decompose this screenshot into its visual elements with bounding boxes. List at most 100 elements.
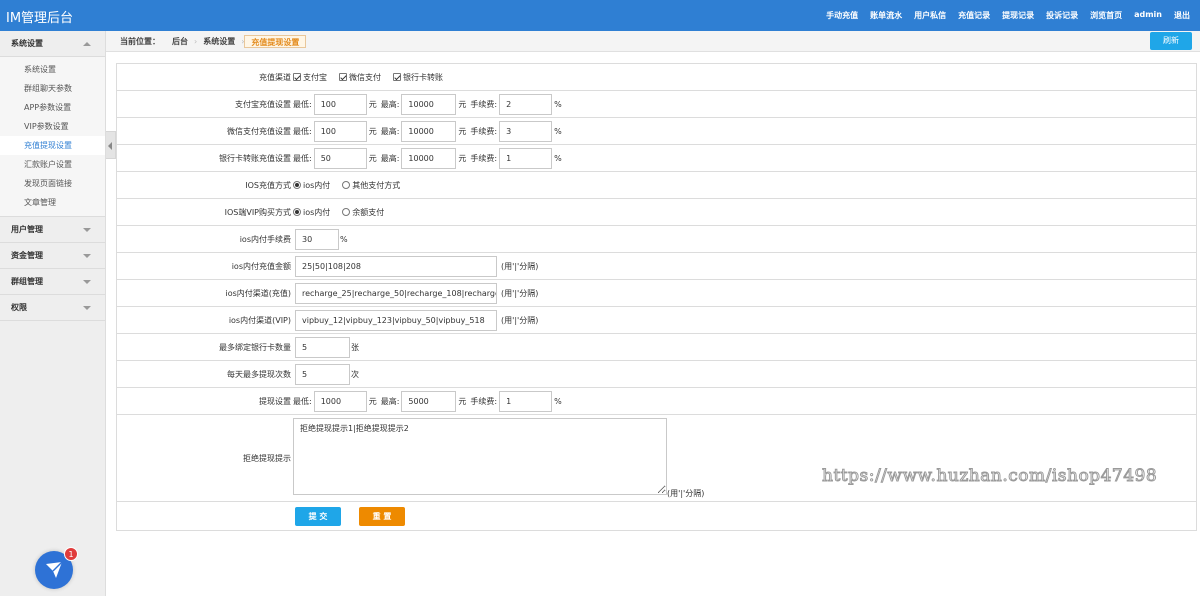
field-label: 支付宝充值设置 (235, 99, 291, 109)
row-actions: 提 交 重 置 (117, 502, 1196, 530)
withdraw-max-input[interactable]: 5000 (401, 390, 457, 412)
sidebar-submenu: 系统设置 群组聊天参数 APP参数设置 VIP参数设置 充值提现设置 汇款账户设… (0, 57, 105, 217)
sidebar-group-funds[interactable]: 资金管理 (0, 243, 105, 269)
top-nav: 手动充值 账单流水 用户私信 充值记录 提现记录 投诉记录 浏览首页 admin… (826, 10, 1190, 21)
notification-count-badge: 1 (64, 547, 78, 561)
sidebar-group-label: 用户管理 (11, 225, 43, 234)
ios-recharge-channel-input[interactable]: recharge_25|recharge_50|recharge_108|rec… (295, 282, 497, 304)
nav-browse-home[interactable]: 浏览首页 (1090, 10, 1122, 21)
nav-admin-user[interactable]: admin (1134, 10, 1162, 21)
field-reject-tips: 拒绝提现提示1|拒绝提现提示2 (用'|'分隔) (293, 415, 1196, 501)
nav-bill-flow[interactable]: 账单流水 (870, 10, 902, 21)
field-label: ios内付渠道(VIP) (228, 315, 291, 325)
withdraw-fee-input[interactable]: 1 (499, 390, 553, 412)
ios-recharge-option-inapp[interactable]: ios内付 (293, 180, 330, 191)
daily-withdraw-input[interactable]: 5 (295, 363, 350, 385)
row-reject-tips: 拒绝提现提示 拒绝提现提示1|拒绝提现提示2 (用'|'分隔) (117, 415, 1196, 502)
breadcrumb-item-home[interactable]: 后台 (166, 35, 194, 48)
sidebar-item-system-settings[interactable]: 系统设置 (0, 60, 105, 79)
yuan-unit: 元 (368, 396, 377, 406)
bank-min-input[interactable]: 50 (313, 147, 367, 169)
sidebar-group-label: 群组管理 (11, 277, 43, 286)
nav-recharge-records[interactable]: 充值记录 (958, 10, 990, 21)
sidebar-group-system-settings[interactable]: 系统设置 (0, 31, 105, 57)
fee-label: 手续费: (470, 396, 498, 406)
radio-selected[interactable] (293, 208, 301, 216)
wechat-min-input[interactable]: 100 (313, 120, 367, 142)
wechat-max-input[interactable]: 10000 (401, 120, 457, 142)
refresh-button[interactable]: 刷新 (1150, 32, 1192, 50)
nav-logout[interactable]: 退出 (1174, 10, 1190, 21)
bank-fee-input[interactable]: 1 (499, 147, 553, 169)
sidebar-item-group-chat-params[interactable]: 群组聊天参数 (0, 79, 105, 98)
checkbox-checked[interactable] (339, 73, 347, 81)
field-wechat-settings: 最低: 100 元 最高: 10000 元 手续费: 3 % (293, 118, 1196, 144)
chevron-down-icon (83, 228, 91, 232)
sidebar-item-recharge-withdraw[interactable]: 充值提现设置 (0, 136, 105, 155)
bank-max-input[interactable]: 10000 (401, 147, 457, 169)
sidebar-group-permissions[interactable]: 权限 (0, 295, 105, 321)
row-ios-amount: ios内付充值金额 25|50|108|208 (用'|'分隔) (117, 253, 1196, 280)
reject-tips-textarea[interactable]: 拒绝提现提示1|拒绝提现提示2 (293, 418, 667, 495)
row-ios-fee: ios内付手续费 30 % (117, 226, 1196, 253)
row-ios-recharge-method: IOS充值方式 ios内付 其他支付方式 (117, 172, 1196, 199)
yuan-unit: 元 (458, 396, 467, 406)
sidebar-item-discover-links[interactable]: 发现页面链接 (0, 174, 105, 193)
max-cards-input[interactable]: 5 (295, 336, 350, 358)
sidebar-collapse-handle[interactable] (106, 131, 116, 159)
yuan-unit: 元 (368, 153, 377, 163)
ios-vip-option-balance[interactable]: 余额支付 (342, 207, 384, 218)
ios-vip-channel-input[interactable]: vipbuy_12|vipbuy_123|vipbuy_50|vipbuy_51… (295, 309, 497, 331)
sidebar-group-groups[interactable]: 群组管理 (0, 269, 105, 295)
option-label: 银行卡转账 (403, 72, 443, 82)
min-label: 最低: (293, 126, 312, 136)
max-label: 最高: (380, 99, 400, 109)
nav-withdraw-records[interactable]: 提现记录 (1002, 10, 1034, 21)
form-actions: 提 交 重 置 (295, 502, 1196, 530)
percent-unit: % (340, 234, 348, 244)
sidebar-item-app-params[interactable]: APP参数设置 (0, 98, 105, 117)
separator-hint: (用'|'分隔) (667, 489, 705, 498)
channel-wechat-option[interactable]: 微信支付 (339, 72, 381, 83)
top-bar: IM管理后台 手动充值 账单流水 用户私信 充值记录 提现记录 投诉记录 浏览首… (0, 0, 1200, 31)
checkbox-checked[interactable] (293, 73, 301, 81)
radio-unselected[interactable] (342, 208, 351, 216)
yuan-unit: 元 (368, 126, 377, 136)
nav-user-messages[interactable]: 用户私信 (914, 10, 946, 21)
reset-button[interactable]: 重 置 (359, 506, 405, 526)
breadcrumb-prefix: 当前位置： (120, 37, 160, 46)
ios-recharge-option-other[interactable]: 其他支付方式 (342, 180, 400, 191)
min-label: 最低: (293, 99, 312, 109)
radio-unselected[interactable] (342, 181, 351, 189)
alipay-max-input[interactable]: 10000 (401, 93, 457, 115)
nav-manual-recharge[interactable]: 手动充值 (826, 10, 858, 21)
field-label: ios内付手续费 (239, 234, 291, 244)
option-label: 微信支付 (349, 72, 381, 82)
option-label: 支付宝 (303, 72, 327, 82)
alipay-fee-input[interactable]: 2 (499, 93, 553, 115)
sidebar-item-vip-params[interactable]: VIP参数设置 (0, 117, 105, 136)
fee-label: 手续费: (470, 99, 498, 109)
wechat-fee-input[interactable]: 3 (499, 120, 553, 142)
field-label: IOS充值方式 (245, 180, 291, 190)
submit-button[interactable]: 提 交 (295, 506, 341, 526)
channel-bank-option[interactable]: 银行卡转账 (393, 72, 443, 83)
option-label: ios内付 (303, 207, 331, 217)
sidebar-item-remit-account[interactable]: 汇款账户设置 (0, 155, 105, 174)
alipay-min-input[interactable]: 100 (313, 93, 367, 115)
max-label: 最高: (380, 396, 400, 406)
chevron-down-icon (83, 306, 91, 310)
channel-alipay-option[interactable]: 支付宝 (293, 72, 327, 83)
nav-complaint-records[interactable]: 投诉记录 (1046, 10, 1078, 21)
ios-amount-input[interactable]: 25|50|108|208 (295, 255, 497, 277)
field-ios-recharge-method: ios内付 其他支付方式 (293, 172, 1196, 198)
ios-vip-option-inapp[interactable]: ios内付 (293, 207, 330, 218)
sidebar-item-articles[interactable]: 文章管理 (0, 193, 105, 212)
radio-selected[interactable] (293, 181, 301, 189)
min-label: 最低: (293, 153, 312, 163)
sidebar-group-users[interactable]: 用户管理 (0, 217, 105, 243)
ios-fee-input[interactable]: 30 (295, 228, 339, 250)
checkbox-checked[interactable] (393, 73, 401, 81)
withdraw-min-input[interactable]: 1000 (313, 390, 367, 412)
breadcrumb-item-system-settings[interactable]: 系统设置 (197, 35, 241, 48)
